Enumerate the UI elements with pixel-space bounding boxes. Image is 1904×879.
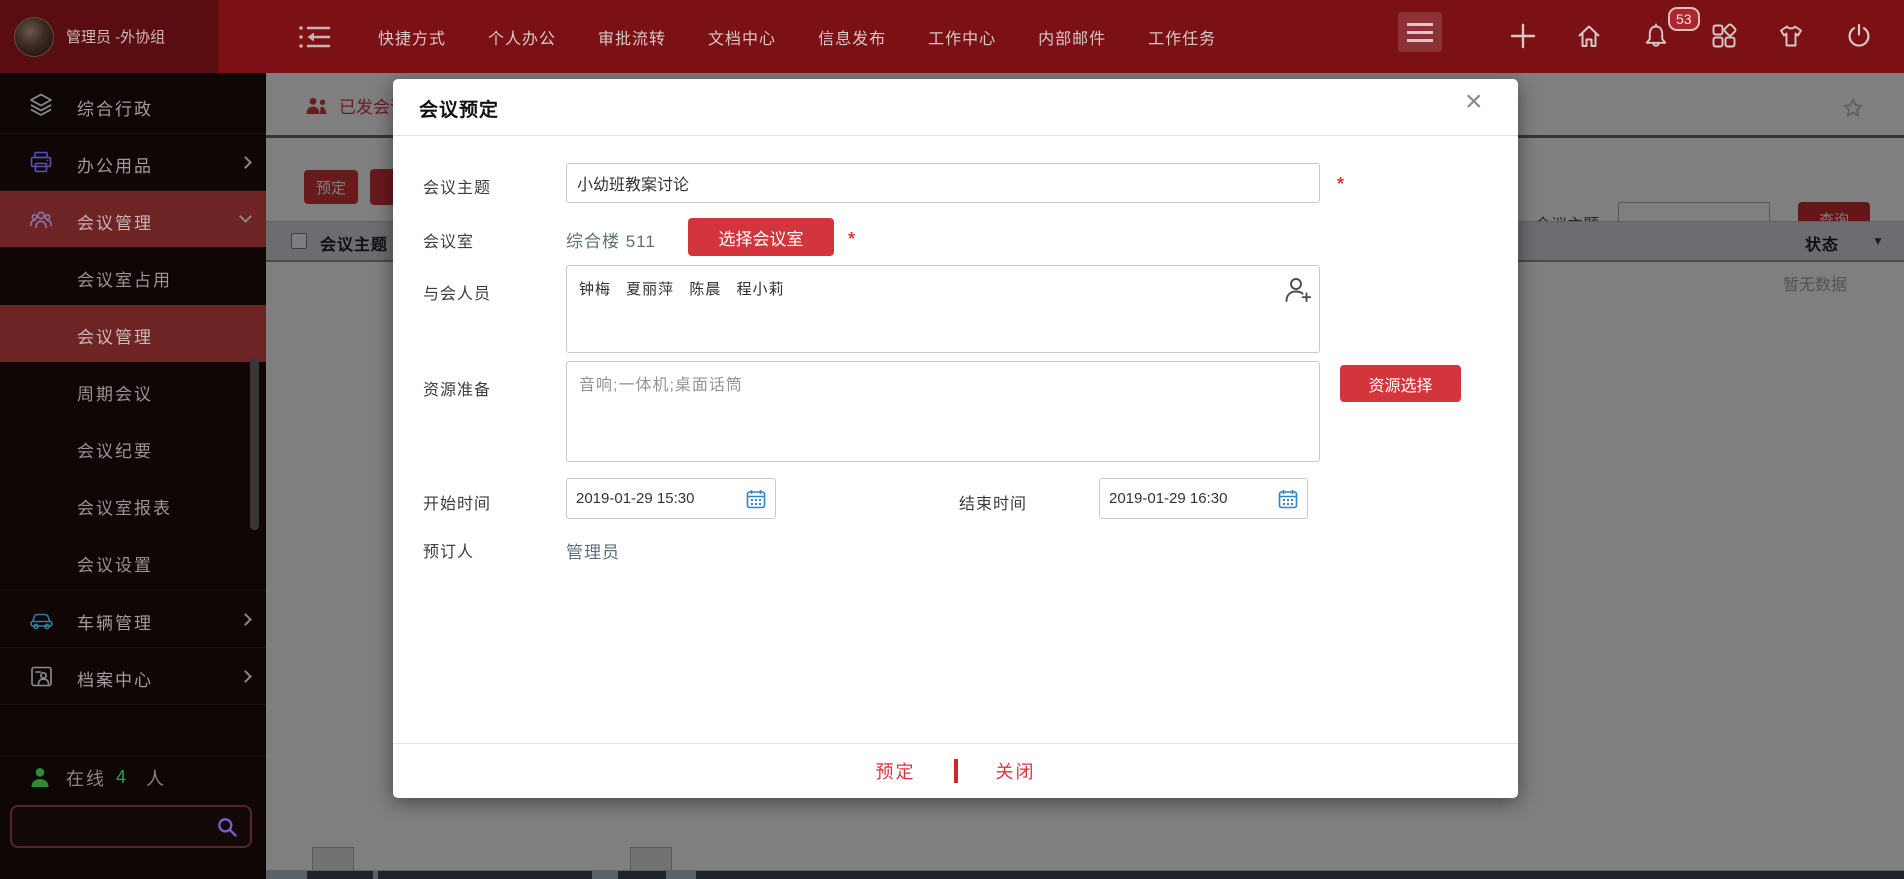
end-time-label: 结束时间 <box>959 490 1027 514</box>
dialog-title: 会议预定 <box>419 95 499 122</box>
menu-item-internal-mail[interactable]: 内部邮件 <box>1038 25 1106 49</box>
room-value: 综合楼 511 <box>566 227 656 252</box>
home-icon[interactable] <box>1575 22 1603 50</box>
online-label: 在线 <box>66 765 106 791</box>
online-person-icon <box>30 767 50 788</box>
booker-value: 管理员 <box>566 538 620 563</box>
add-person-icon[interactable] <box>1283 274 1313 304</box>
user-name: 管理员 -外协组 <box>66 26 165 47</box>
subject-input[interactable] <box>566 163 1320 203</box>
meeting-reservation-dialog: 会议预定 × 会议主题 * 会议室 综合楼 511 选择会议室 * 与会人员 钟… <box>393 79 1518 798</box>
menu-item-approval-flow[interactable]: 审批流转 <box>598 25 666 49</box>
attendees-label: 与会人员 <box>423 280 491 304</box>
meeting-people-icon <box>28 206 54 232</box>
sidebar-subitem-meeting-minutes[interactable]: 会议纪要 <box>0 419 266 476</box>
notifications-bell-icon[interactable] <box>1642 22 1670 50</box>
calendar-icon[interactable] <box>1277 488 1299 510</box>
online-count: 4 <box>116 767 126 788</box>
chevron-right-icon <box>239 156 252 169</box>
sidebar-subitem-periodic-meetings[interactable]: 周期会议 <box>0 362 266 419</box>
avatar[interactable] <box>14 17 54 57</box>
attendees-box[interactable]: 钟梅 夏丽萍 陈晨 程小莉 <box>566 265 1320 353</box>
menu-item-document-center[interactable]: 文档中心 <box>708 25 776 49</box>
room-label: 会议室 <box>423 228 474 252</box>
sidebar-item-archive-center[interactable]: 档案中心 <box>0 648 266 705</box>
online-status: 在线 4 人 <box>0 755 266 799</box>
layers-icon <box>28 92 54 118</box>
calendar-icon[interactable] <box>745 488 767 510</box>
required-asterisk: * <box>1337 174 1344 195</box>
archive-card-icon <box>28 663 54 689</box>
online-unit: 人 <box>146 765 166 791</box>
attendees-names: 钟梅 夏丽萍 陈晨 程小莉 <box>579 278 785 299</box>
sidebar-search-box <box>10 805 252 848</box>
select-resource-button[interactable]: 资源选择 <box>1340 365 1461 402</box>
sidebar-subitem-meeting-settings[interactable]: 会议设置 <box>0 533 266 590</box>
top-navbar: 管理员 -外协组 快捷方式 个人办公 审批流转 文档中心 信息发布 工作中心 内… <box>0 0 1904 73</box>
resource-textarea[interactable]: 音响;一体机;桌面话筒 <box>566 361 1320 462</box>
sidebar-item-vehicle-management[interactable]: 车辆管理 <box>0 591 266 648</box>
submit-reserve-button[interactable]: 预定 <box>876 758 916 784</box>
close-dialog-button[interactable]: 关闭 <box>996 758 1036 784</box>
sidebar-search-input[interactable] <box>22 811 212 842</box>
notification-count-badge: 53 <box>1668 7 1700 31</box>
sidebar: 综合行政 办公用品 会议管理 会议室占用 会议管理 周期会议 会议纪要 <box>0 73 266 879</box>
menu-item-shortcuts[interactable]: 快捷方式 <box>378 25 446 49</box>
car-icon <box>28 606 54 632</box>
power-logout-icon[interactable] <box>1845 22 1873 50</box>
select-room-button[interactable]: 选择会议室 <box>688 218 834 256</box>
apps-grid-icon[interactable] <box>1710 22 1738 50</box>
chevron-down-icon <box>239 210 252 223</box>
sidebar-collapse-icon[interactable] <box>298 23 332 51</box>
main-menu: 快捷方式 个人办公 审批流转 文档中心 信息发布 工作中心 内部邮件 工作任务 <box>378 0 1216 73</box>
sidebar-item-office-supplies[interactable]: 办公用品 <box>0 134 266 191</box>
sidebar-subitem-room-reports[interactable]: 会议室报表 <box>0 476 266 533</box>
meeting-submenu: 会议室占用 会议管理 周期会议 会议纪要 会议室报表 会议设置 <box>0 248 266 591</box>
dialog-footer: 预定 关闭 <box>393 743 1518 798</box>
user-area[interactable]: 管理员 -外协组 <box>0 0 218 73</box>
start-time-label: 开始时间 <box>423 490 491 514</box>
sidebar-subitem-meeting-management[interactable]: 会议管理 <box>0 305 266 362</box>
chevron-right-icon <box>239 613 252 626</box>
menu-item-info-publish[interactable]: 信息发布 <box>818 25 886 49</box>
menu-item-personal-office[interactable]: 个人办公 <box>488 25 556 49</box>
add-icon[interactable] <box>1509 22 1537 50</box>
subject-label: 会议主题 <box>423 174 491 198</box>
theme-shirt-icon[interactable] <box>1777 22 1805 50</box>
chevron-right-icon <box>239 670 252 683</box>
sidebar-subitem-room-occupancy[interactable]: 会议室占用 <box>0 248 266 305</box>
booker-label: 预订人 <box>423 538 474 562</box>
sidebar-item-meeting-management[interactable]: 会议管理 <box>0 191 266 248</box>
sidebar-scrollbar[interactable] <box>250 358 259 530</box>
required-asterisk: * <box>848 229 855 250</box>
footer-divider <box>954 759 958 783</box>
close-icon[interactable]: × <box>1465 87 1483 117</box>
resource-label: 资源准备 <box>423 376 491 400</box>
printer-icon <box>28 149 54 175</box>
hamburger-menu-icon[interactable] <box>1398 12 1442 52</box>
menu-item-work-center[interactable]: 工作中心 <box>928 25 996 49</box>
search-icon[interactable] <box>216 816 238 838</box>
menu-item-work-tasks[interactable]: 工作任务 <box>1148 25 1216 49</box>
sidebar-item-general-admin[interactable]: 综合行政 <box>0 77 266 134</box>
